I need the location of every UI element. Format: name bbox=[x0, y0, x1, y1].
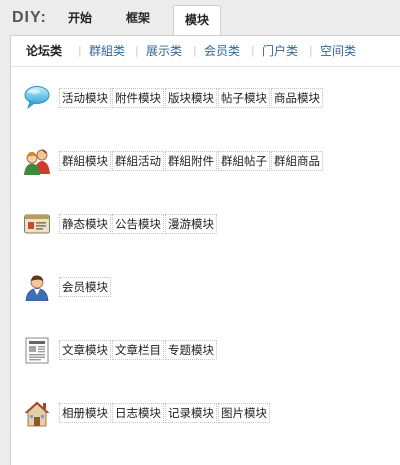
tab-frame[interactable]: 框架 bbox=[126, 9, 150, 26]
module-item-forum-board[interactable]: 版块模块 bbox=[165, 88, 217, 108]
module-item-blog[interactable]: 日志模块 bbox=[112, 403, 164, 423]
category-subtabs: 论坛类 | 群組类 | 展示类 | 会员类 | 门户类 | 空间类 bbox=[11, 36, 400, 67]
member-user-icon bbox=[25, 275, 49, 301]
module-list: 会员模块 bbox=[59, 277, 112, 297]
module-item-group-goods[interactable]: 群組商品 bbox=[271, 151, 323, 171]
group-users-icon bbox=[24, 149, 50, 175]
module-item-topic[interactable]: 专题模块 bbox=[165, 340, 217, 360]
module-item-album[interactable]: 相册模块 bbox=[59, 403, 111, 423]
module-item-activity[interactable]: 活动模块 bbox=[59, 88, 111, 108]
subtab-group[interactable]: 群組类 bbox=[89, 36, 125, 66]
diy-logo: DIY: bbox=[12, 9, 47, 26]
subtab-forum[interactable]: 论坛类 bbox=[26, 36, 62, 66]
module-item-group-activity[interactable]: 群組活动 bbox=[112, 151, 164, 171]
billboard-icon bbox=[24, 214, 50, 234]
module-item-group-thread[interactable]: 群組帖子 bbox=[218, 151, 270, 171]
tab-start[interactable]: 开始 bbox=[68, 9, 92, 26]
diy-toolbar: DIY: 开始 框架 模块 bbox=[0, 0, 400, 36]
module-list: 文章模块 文章栏目 专题模块 bbox=[59, 340, 218, 360]
module-item-article-column[interactable]: 文章栏目 bbox=[112, 340, 164, 360]
module-item-static[interactable]: 静态模块 bbox=[59, 214, 111, 234]
module-item-roaming[interactable]: 漫游模块 bbox=[165, 214, 217, 234]
module-panel: 论坛类 | 群組类 | 展示类 | 会员类 | 门户类 | 空间类 活动模块 附… bbox=[10, 35, 400, 465]
module-item-goods[interactable]: 商品模块 bbox=[271, 88, 323, 108]
module-item-picture[interactable]: 图片模块 bbox=[218, 403, 270, 423]
home-house-icon bbox=[24, 401, 50, 427]
subtab-display[interactable]: 展示类 bbox=[146, 36, 182, 66]
module-item-group[interactable]: 群組模块 bbox=[59, 151, 111, 171]
module-list: 群組模块 群組活动 群組附件 群組帖子 群組商品 bbox=[59, 151, 324, 171]
module-item-group-attachment[interactable]: 群組附件 bbox=[165, 151, 217, 171]
module-item-announcement[interactable]: 公告模块 bbox=[112, 214, 164, 234]
module-list: 相册模块 日志模块 记录模块 图片模块 bbox=[59, 403, 271, 423]
subtab-separator: | bbox=[78, 44, 82, 57]
subtab-portal[interactable]: 门户类 bbox=[262, 36, 298, 66]
subtab-space[interactable]: 空间类 bbox=[320, 36, 356, 66]
module-item-attachment[interactable]: 附件模块 bbox=[112, 88, 164, 108]
module-list: 活动模块 附件模块 版块模块 帖子模块 商品模块 bbox=[59, 88, 324, 108]
module-list: 静态模块 公告模块 漫游模块 bbox=[59, 214, 218, 234]
subtab-member[interactable]: 会员类 bbox=[204, 36, 240, 66]
module-item-thread[interactable]: 帖子模块 bbox=[218, 88, 270, 108]
subtab-separator: | bbox=[251, 44, 255, 57]
article-document-icon bbox=[25, 337, 49, 364]
module-item-member[interactable]: 会员模块 bbox=[59, 277, 111, 297]
module-item-doing[interactable]: 记录模块 bbox=[165, 403, 217, 423]
module-item-article[interactable]: 文章模块 bbox=[59, 340, 111, 360]
subtab-separator: | bbox=[309, 44, 313, 57]
subtab-separator: | bbox=[193, 44, 197, 57]
tab-module[interactable]: 模块 bbox=[173, 5, 221, 36]
speech-bubble-icon bbox=[24, 86, 50, 110]
subtab-separator: | bbox=[135, 44, 139, 57]
